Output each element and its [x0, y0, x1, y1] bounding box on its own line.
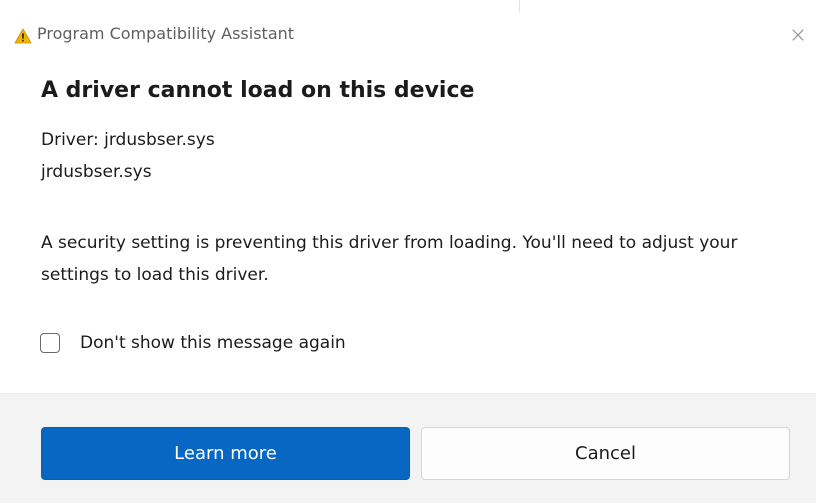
close-button[interactable] [782, 19, 814, 51]
dialog-heading: A driver cannot load on this device [41, 78, 475, 103]
cancel-button[interactable]: Cancel [421, 427, 790, 480]
dialog-footer: Learn more Cancel [0, 393, 816, 503]
background-window-strip [0, 0, 816, 13]
warning-triangle-icon [14, 28, 32, 44]
background-divider [519, 0, 520, 13]
dialog-message: A security setting is preventing this dr… [41, 233, 738, 285]
dont-show-again-checkbox[interactable]: Don't show this message again [40, 329, 346, 357]
driver-label-line: Driver: jrdusbser.sys [41, 130, 215, 150]
driver-file-line: jrdusbser.sys [41, 162, 152, 182]
checkbox-box[interactable] [40, 333, 60, 353]
checkbox-label: Don't show this message again [80, 333, 346, 353]
close-icon [792, 29, 804, 41]
compatibility-dialog: Program Compatibility Assistant A driver… [0, 13, 816, 503]
learn-more-button[interactable]: Learn more [41, 427, 410, 480]
window-title: Program Compatibility Assistant [37, 24, 295, 43]
title-bar: Program Compatibility Assistant [0, 13, 816, 55]
